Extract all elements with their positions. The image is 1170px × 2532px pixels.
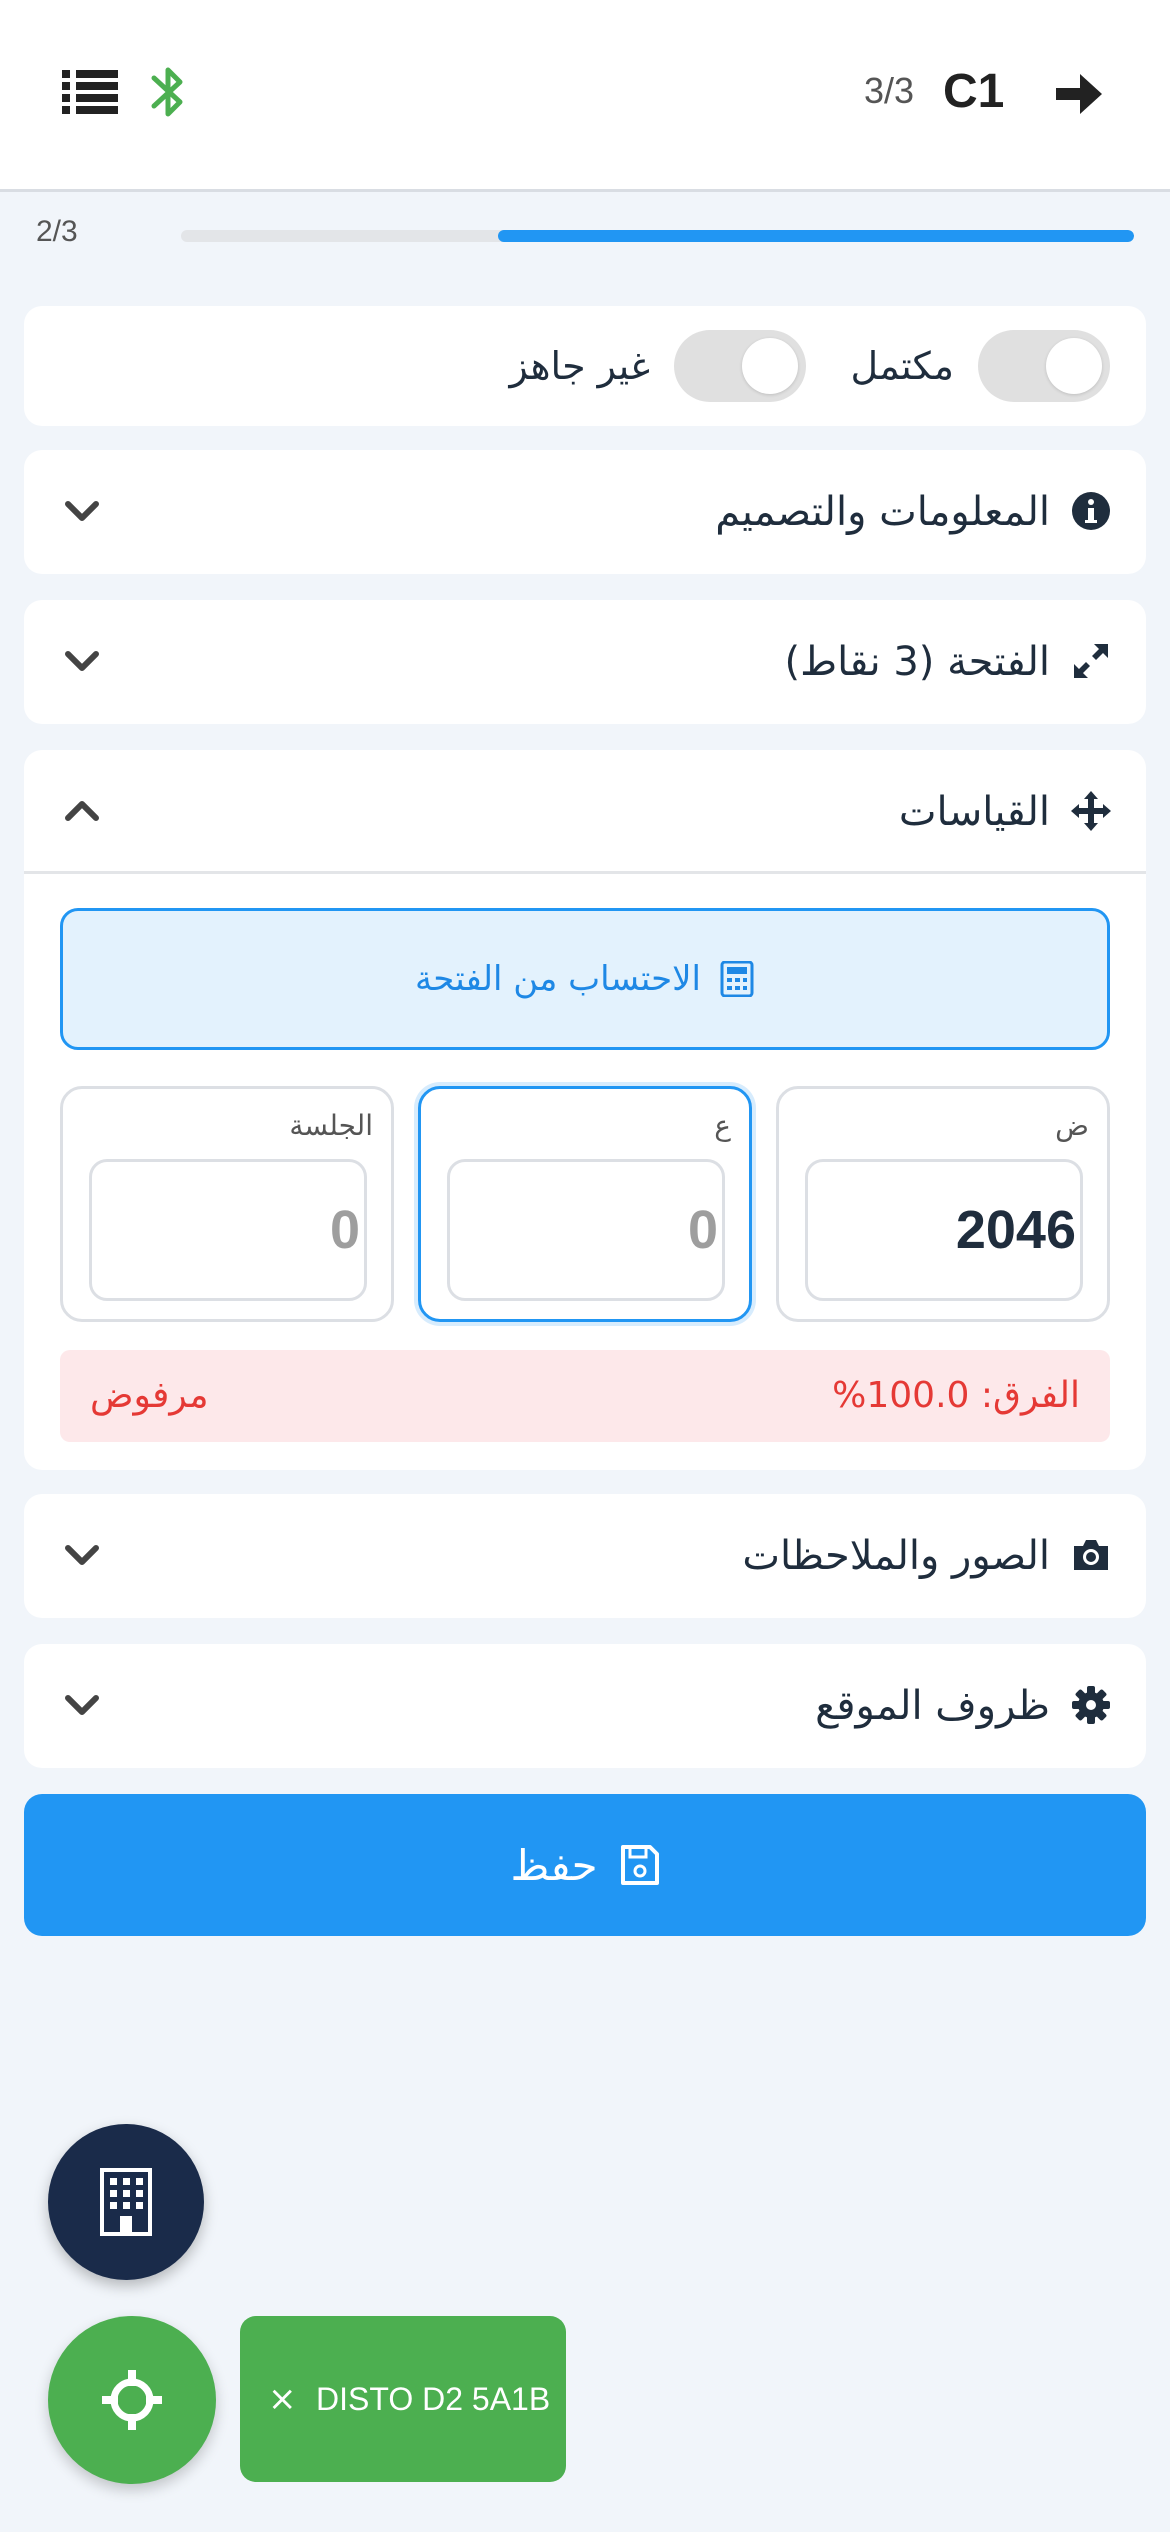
locate-device-fab[interactable] bbox=[48, 2316, 216, 2484]
height-label: ع bbox=[714, 1109, 731, 1142]
height-field-group: ع 0 bbox=[418, 1086, 752, 1322]
chevron-down-icon[interactable] bbox=[62, 496, 102, 526]
sill-label: الجلسة bbox=[289, 1109, 373, 1142]
section-measurements: القياسات الاحتساب من الفتحة ض 2046 ع 0 ا… bbox=[24, 750, 1146, 1470]
sill-field-group: الجلسة 0 bbox=[60, 1086, 394, 1322]
section-title: الفتحة (3 نقاط) bbox=[784, 639, 1050, 685]
bluetooth-icon[interactable] bbox=[150, 64, 186, 120]
section-info-design[interactable]: المعلومات والتصميم bbox=[24, 450, 1146, 574]
width-input[interactable]: 2046 bbox=[805, 1159, 1083, 1301]
chevron-down-icon[interactable] bbox=[62, 1690, 102, 1720]
info-circle-icon bbox=[1072, 492, 1110, 530]
save-button[interactable]: حفظ bbox=[24, 1794, 1146, 1936]
status-badge: مرفوض bbox=[90, 1375, 209, 1416]
chevron-down-icon[interactable] bbox=[62, 646, 102, 676]
list-icon[interactable] bbox=[62, 68, 118, 116]
expand-arrows-icon bbox=[1074, 644, 1108, 678]
width-field-group: ض 2046 bbox=[776, 1086, 1110, 1322]
sill-input[interactable]: 0 bbox=[89, 1159, 367, 1301]
difference-banner: الفرق: 100.0% مرفوض bbox=[60, 1350, 1110, 1442]
width-label: ض bbox=[1055, 1109, 1089, 1142]
crosshair-icon bbox=[102, 2370, 162, 2430]
calculator-icon bbox=[720, 961, 754, 997]
height-input[interactable]: 0 bbox=[447, 1159, 725, 1301]
complete-label: مكتمل bbox=[850, 344, 954, 388]
record-counter: 3/3 bbox=[864, 70, 915, 111]
chevron-up-icon[interactable] bbox=[62, 796, 102, 826]
progress-row: 2/3 bbox=[0, 195, 1170, 281]
gear-icon bbox=[1072, 1686, 1110, 1724]
save-button-label: حفظ bbox=[510, 1840, 598, 1890]
building-fab[interactable] bbox=[48, 2124, 204, 2280]
section-title: الصور والملاحظات bbox=[742, 1533, 1050, 1579]
move-arrows-icon bbox=[1071, 791, 1111, 831]
building-icon bbox=[100, 2168, 152, 2236]
section-title: المعلومات والتصميم bbox=[715, 489, 1050, 535]
section-header[interactable]: الصور والملاحظات bbox=[24, 1494, 1146, 1618]
device-name: DISTO D2 5A1B bbox=[316, 2381, 551, 2417]
section-title: ظروف الموقع bbox=[815, 1683, 1050, 1729]
arrow-right-icon[interactable] bbox=[1054, 70, 1104, 118]
camera-icon bbox=[1074, 1540, 1108, 1570]
progress-fill bbox=[498, 230, 1134, 242]
complete-toggle[interactable] bbox=[978, 330, 1110, 402]
save-icon bbox=[620, 1845, 659, 1885]
chevron-down-icon[interactable] bbox=[62, 1540, 102, 1570]
not-ready-label: غير جاهز bbox=[509, 344, 650, 388]
section-photos-notes[interactable]: الصور والملاحظات bbox=[24, 1494, 1146, 1618]
connected-device-chip[interactable]: × DISTO D2 5A1B bbox=[240, 2316, 566, 2482]
top-app-bar: 3/3 C1 bbox=[0, 0, 1170, 192]
section-opening[interactable]: الفتحة (3 نقاط) bbox=[24, 600, 1146, 724]
difference-text: الفرق: 100.0% bbox=[832, 1375, 1080, 1416]
section-header[interactable]: ظروف الموقع bbox=[24, 1644, 1146, 1768]
status-toggles-card: مكتمل غير جاهز bbox=[24, 306, 1146, 426]
disconnect-icon[interactable]: × bbox=[268, 2316, 297, 2482]
calculate-from-opening-button[interactable]: الاحتساب من الفتحة bbox=[60, 908, 1110, 1050]
section-header[interactable]: الفتحة (3 نقاط) bbox=[24, 600, 1146, 724]
progress-step: 2/3 bbox=[36, 215, 78, 248]
section-header[interactable]: المعلومات والتصميم bbox=[24, 450, 1146, 574]
calculate-button-label: الاحتساب من الفتحة bbox=[415, 959, 701, 999]
progress-bar bbox=[181, 230, 1134, 242]
record-code: C1 bbox=[943, 65, 1005, 118]
section-title: القياسات bbox=[898, 789, 1050, 835]
section-header[interactable]: القياسات bbox=[24, 750, 1146, 874]
section-site-conditions[interactable]: ظروف الموقع bbox=[24, 1644, 1146, 1768]
not-ready-toggle[interactable] bbox=[674, 330, 806, 402]
